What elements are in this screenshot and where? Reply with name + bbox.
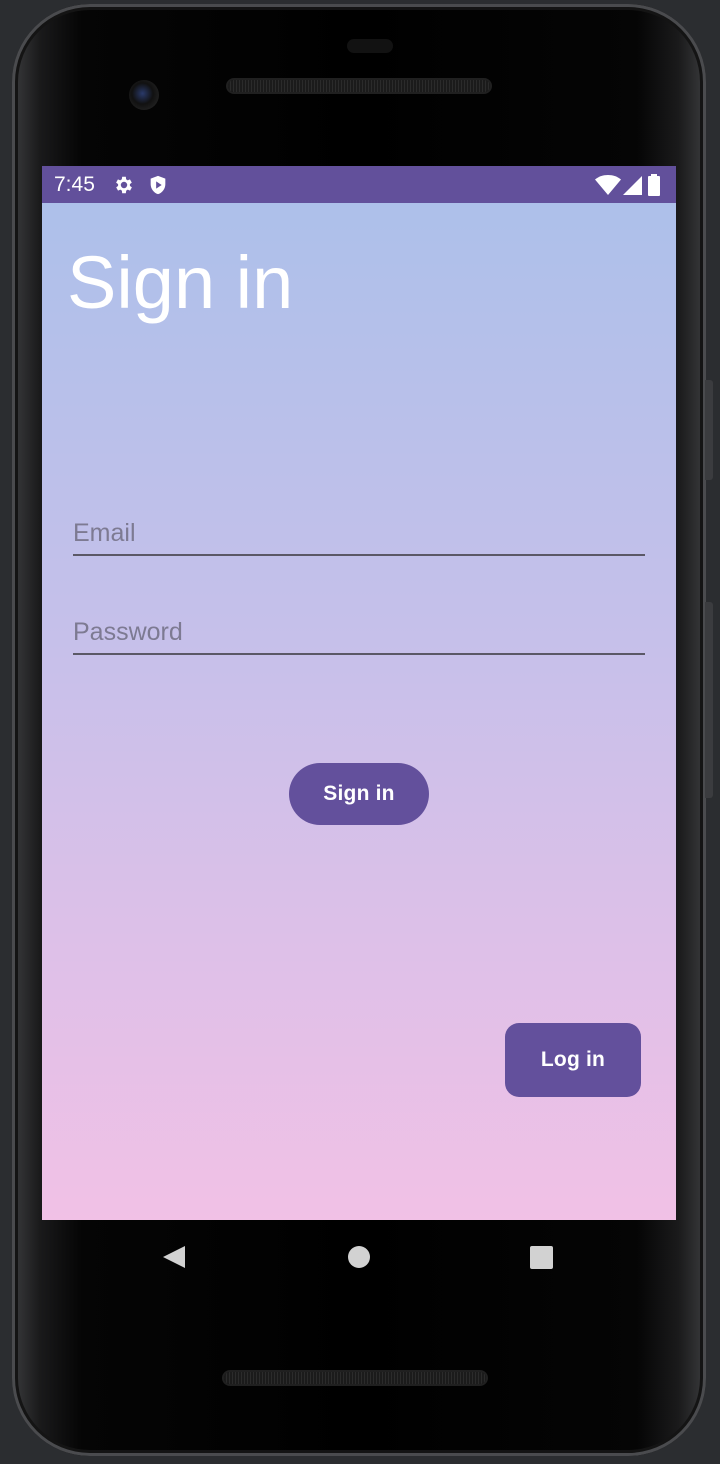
sign-in-button-label: Sign in bbox=[323, 782, 395, 805]
wifi-icon bbox=[595, 175, 621, 195]
email-input[interactable] bbox=[73, 519, 645, 548]
front-camera bbox=[129, 80, 159, 110]
log-in-button[interactable]: Log in bbox=[505, 1023, 641, 1097]
cellular-signal-icon bbox=[623, 176, 642, 195]
password-field[interactable] bbox=[73, 603, 645, 655]
shield-play-icon bbox=[150, 175, 166, 195]
battery-icon bbox=[648, 174, 660, 196]
password-input[interactable] bbox=[73, 618, 645, 647]
bottom-speaker bbox=[224, 1372, 486, 1384]
volume-button[interactable] bbox=[705, 602, 713, 798]
gear-icon bbox=[116, 176, 132, 194]
status-time: 7:45 bbox=[54, 173, 95, 196]
back-icon[interactable] bbox=[154, 1240, 194, 1274]
sign-in-button[interactable]: Sign in bbox=[289, 763, 429, 825]
page-title: Sign in bbox=[67, 241, 294, 324]
top-speaker bbox=[228, 80, 490, 92]
recents-icon[interactable] bbox=[522, 1240, 562, 1274]
email-field[interactable] bbox=[73, 504, 645, 556]
proximity-sensor bbox=[347, 39, 393, 53]
power-button[interactable] bbox=[705, 380, 713, 480]
log-in-button-label: Log in bbox=[540, 1048, 606, 1071]
home-icon[interactable] bbox=[339, 1240, 379, 1274]
app-screen: 7:45 Sign in Sign in Log in bbox=[42, 166, 676, 1220]
status-bar: 7:45 bbox=[42, 166, 676, 203]
